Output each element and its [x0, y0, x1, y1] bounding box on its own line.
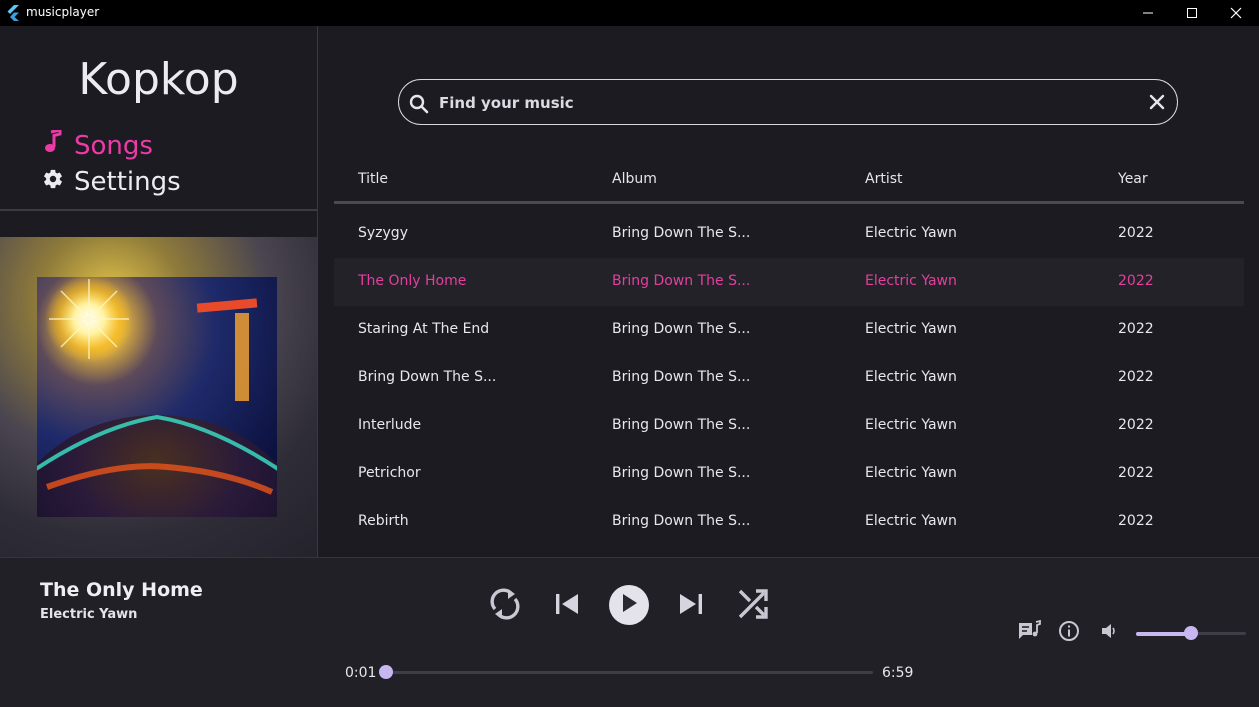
repeat-icon — [487, 585, 523, 627]
song-album: Bring Down The S... — [612, 321, 751, 337]
song-artist: Electric Yawn — [865, 417, 957, 433]
song-artist: Electric Yawn — [865, 369, 957, 385]
app-logo: Kopkop — [78, 54, 239, 105]
skip-previous-icon — [554, 592, 580, 620]
song-year: 2022 — [1118, 369, 1154, 385]
song-album: Bring Down The S... — [612, 465, 751, 481]
header-year[interactable]: Year — [1118, 171, 1148, 187]
sidebar-divider — [0, 209, 317, 211]
flutter-app-icon — [6, 5, 20, 25]
song-title: The Only Home — [358, 273, 467, 289]
header-artist[interactable]: Artist — [865, 171, 903, 187]
song-title: Staring At The End — [358, 321, 490, 337]
header-album[interactable]: Album — [612, 171, 657, 187]
song-title: Syzygy — [358, 225, 408, 241]
window-titlebar: musicplayer — [0, 0, 1259, 26]
minimize-button[interactable] — [1125, 0, 1171, 26]
song-year: 2022 — [1118, 273, 1154, 289]
maximize-button[interactable] — [1169, 0, 1215, 26]
song-title: Rebirth — [358, 513, 409, 529]
previous-button[interactable] — [552, 591, 582, 621]
song-artist: Electric Yawn — [865, 273, 957, 289]
song-title: Interlude — [358, 417, 422, 433]
progress-knob[interactable] — [379, 665, 394, 679]
volume-icon — [1100, 622, 1118, 644]
song-album: Bring Down The S... — [612, 273, 751, 289]
play-button[interactable] — [609, 585, 649, 625]
song-album: Bring Down The S... — [612, 417, 751, 433]
table-row[interactable]: Bring Down The S... Bring Down The S... … — [334, 354, 1244, 402]
search-bar[interactable] — [398, 79, 1178, 125]
song-album: Bring Down The S... — [612, 369, 751, 385]
nav-songs-label: Songs — [74, 130, 153, 161]
repeat-button[interactable] — [486, 586, 524, 626]
lyrics-icon — [1017, 619, 1041, 647]
table-row[interactable]: Staring At The End Bring Down The S... E… — [334, 306, 1244, 354]
nav-settings-label: Settings — [74, 167, 181, 197]
album-art — [37, 277, 277, 517]
player-bar: The Only Home Electric Yawn 0:01 6:59 — [0, 557, 1259, 707]
volume-fill — [1136, 632, 1191, 636]
song-album: Bring Down The S... — [612, 513, 751, 529]
next-button[interactable] — [676, 591, 706, 621]
clear-search-icon[interactable] — [1147, 92, 1167, 116]
info-icon — [1058, 620, 1080, 646]
song-artist: Electric Yawn — [865, 321, 957, 337]
song-title: Bring Down The S... — [358, 369, 497, 385]
lyrics-button[interactable] — [1016, 619, 1042, 647]
play-icon — [620, 593, 638, 617]
table-row-playing[interactable]: The Only Home Bring Down The S... Electr… — [334, 258, 1244, 306]
song-title: Petrichor — [358, 465, 421, 481]
info-button[interactable] — [1056, 620, 1082, 646]
search-icon — [409, 94, 429, 118]
shuffle-button[interactable] — [735, 588, 771, 624]
volume-knob[interactable] — [1184, 626, 1198, 640]
shuffle-icon — [736, 587, 770, 625]
song-artist: Electric Yawn — [865, 465, 957, 481]
song-year: 2022 — [1118, 465, 1154, 481]
search-input[interactable] — [437, 90, 1121, 116]
gear-icon — [42, 167, 74, 197]
now-playing-title: The Only Home — [40, 579, 203, 601]
table-row[interactable]: Syzygy Bring Down The S... Electric Yawn… — [334, 210, 1244, 258]
close-window-button[interactable] — [1213, 0, 1259, 26]
song-year: 2022 — [1118, 513, 1154, 529]
table-row[interactable]: Rebirth Bring Down The S... Electric Yaw… — [334, 498, 1244, 546]
table-row[interactable]: Petrichor Bring Down The S... Electric Y… — [334, 450, 1244, 498]
volume-button[interactable] — [1097, 621, 1121, 645]
total-duration: 6:59 — [882, 665, 914, 681]
song-year: 2022 — [1118, 321, 1154, 337]
album-art-backdrop — [0, 237, 317, 557]
header-title[interactable]: Title — [358, 171, 388, 187]
song-artist: Electric Yawn — [865, 225, 957, 241]
table-header: Title Album Artist Year — [334, 165, 1244, 204]
skip-next-icon — [678, 592, 704, 620]
elapsed-time: 0:01 — [345, 665, 377, 681]
music-note-icon — [42, 128, 74, 161]
nav-songs[interactable]: Songs — [42, 128, 153, 161]
song-album: Bring Down The S... — [612, 225, 751, 241]
song-year: 2022 — [1118, 417, 1154, 433]
now-playing-artist: Electric Yawn — [40, 607, 138, 622]
nav-settings[interactable]: Settings — [42, 167, 181, 197]
song-artist: Electric Yawn — [865, 513, 957, 529]
window-title: musicplayer — [26, 5, 100, 19]
sidebar: Kopkop Songs Settings — [0, 26, 318, 557]
table-row[interactable]: Interlude Bring Down The S... Electric Y… — [334, 402, 1244, 450]
progress-track[interactable] — [385, 671, 873, 674]
song-year: 2022 — [1118, 225, 1154, 241]
